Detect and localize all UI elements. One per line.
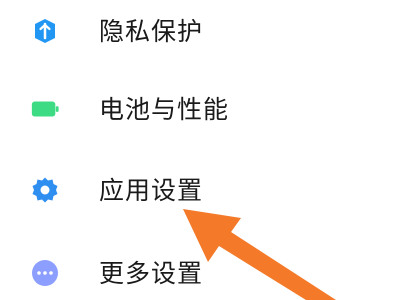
settings-item-privacy[interactable]: 隐私保护 xyxy=(0,0,400,66)
settings-item-more-settings[interactable]: 更多设置 xyxy=(0,238,400,300)
settings-item-label: 电池与性能 xyxy=(99,94,230,124)
settings-item-app-settings[interactable]: 应用设置 xyxy=(0,155,400,225)
settings-item-label: 更多设置 xyxy=(99,258,204,288)
battery-icon xyxy=(30,94,60,124)
settings-item-label: 应用设置 xyxy=(99,175,204,205)
settings-item-label: 隐私保护 xyxy=(99,16,204,46)
more-dots-icon xyxy=(30,258,60,288)
privacy-shield-icon xyxy=(30,16,60,46)
settings-item-battery[interactable]: 电池与性能 xyxy=(0,74,400,144)
settings-list: 隐私保护 电池与性能 应用设置 更多设置 xyxy=(0,0,400,300)
settings-screen: 隐私保护 电池与性能 应用设置 更多设置 xyxy=(0,0,400,300)
gear-icon xyxy=(30,175,60,205)
